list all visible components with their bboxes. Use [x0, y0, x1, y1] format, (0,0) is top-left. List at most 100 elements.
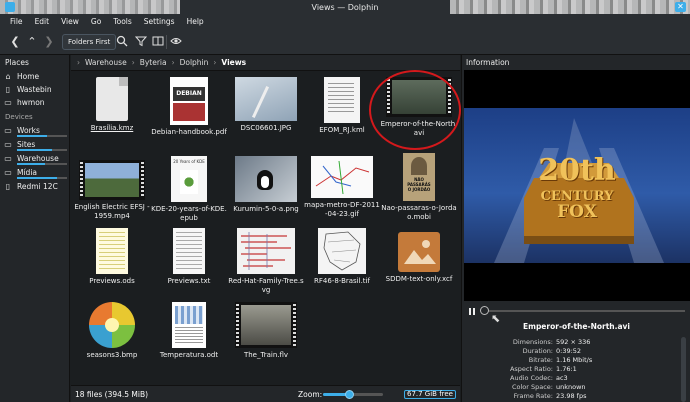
dolphin-app-icon[interactable]: [5, 2, 15, 12]
kml-thumbnail: [324, 77, 360, 123]
menu-settings[interactable]: Settings: [138, 17, 181, 26]
zoom-label: Zoom:: [298, 389, 323, 399]
trash-icon: ▯: [5, 85, 11, 94]
xcf-thumbnail: [398, 232, 440, 272]
forward-icon[interactable]: ❯: [42, 35, 56, 49]
seek-handle[interactable]: [480, 306, 489, 315]
close-icon[interactable]: ✕: [675, 2, 686, 12]
device-midia[interactable]: ▭ Mídia: [3, 166, 67, 179]
tif-thumbnail: [318, 228, 366, 274]
spreadsheet-thumbnail: [96, 228, 128, 274]
back-icon[interactable]: ❮: [8, 35, 22, 49]
breadcrumb-warehouse[interactable]: Warehouse: [85, 58, 127, 67]
menu-tools[interactable]: Tools: [107, 17, 137, 26]
window-title: Views — Dolphin: [305, 2, 385, 12]
file-item[interactable]: Brasília.kmz: [73, 77, 151, 133]
meta-row-dimensions: Dimensions: 592 × 336: [512, 338, 591, 346]
file-item[interactable]: The_Train.flv: [227, 302, 305, 360]
places-item-wastebin[interactable]: ▯ Wastebin: [3, 83, 67, 96]
file-item[interactable]: DSC06601.JPG: [227, 77, 305, 133]
filter-icon[interactable]: [134, 35, 148, 49]
highlight-circle: [369, 70, 461, 150]
file-item[interactable]: seasons3.bmp: [73, 302, 151, 360]
toolbar-separator: [166, 35, 167, 49]
menu-go[interactable]: Go: [85, 17, 107, 26]
odt-thumbnail: [172, 302, 206, 348]
file-item[interactable]: Temperatura.odt: [150, 302, 228, 360]
breadcrumb-views[interactable]: Views: [221, 58, 246, 67]
file-item[interactable]: mapa-metro-DF-2011-04-23.gif: [303, 156, 381, 218]
up-icon[interactable]: ⌃: [25, 35, 39, 49]
file-item[interactable]: Previews.ods: [73, 228, 151, 286]
information-header: Information: [466, 58, 510, 67]
information-panel: Information 20th CENTURY FOX ⬉ Emperor-o…: [461, 55, 690, 402]
seek-bar[interactable]: [482, 310, 685, 312]
file-item[interactable]: Red-Hat-Family-Tree.svg: [227, 228, 305, 294]
places-header: Places: [5, 58, 29, 67]
media-player-controls: ⬉: [464, 305, 690, 325]
file-item[interactable]: RF46-8-Brasil.tif: [303, 228, 381, 286]
drive-icon: ▭: [4, 140, 12, 149]
places-panel: Places ⌂ Home ▯ Wastebin ▭ hwmon Devices ▭ W…: [0, 55, 70, 402]
chevron-right-icon: ›: [131, 58, 135, 67]
folder-icon: ▭: [4, 98, 12, 107]
menu-help[interactable]: Help: [181, 17, 210, 26]
places-item-hwmon[interactable]: ▭ hwmon: [3, 96, 67, 109]
drive-icon: ▭: [4, 168, 12, 177]
menu-view[interactable]: View: [55, 17, 85, 26]
places-item-home[interactable]: ⌂ Home: [3, 70, 67, 83]
breadcrumb-dolphin[interactable]: Dolphin: [180, 58, 209, 67]
file-item[interactable]: English Electric EFSJ - 1959.mp4: [73, 160, 151, 220]
info-scrollbar[interactable]: [681, 337, 686, 402]
document-icon: [96, 77, 128, 121]
file-item[interactable]: 20 Years of KDE KDE-20-years-of-KDE.epub: [150, 156, 228, 222]
chevron-right-icon: ›: [77, 58, 80, 67]
menu-file[interactable]: File: [4, 17, 29, 26]
svg-thumbnail: [237, 228, 295, 274]
file-view[interactable]: Brasília.kmz DEBIAN Debian-handbook.pdf …: [71, 70, 461, 385]
desktop-background-right: [450, 0, 690, 14]
search-icon[interactable]: [115, 35, 129, 49]
status-summary: 18 files (394.5 MiB): [75, 389, 149, 399]
status-bar: 18 files (394.5 MiB) Zoom: 67.7 GiB free: [71, 385, 460, 402]
mobi-thumbnail: NÃO PASSARÁS O JORDÃO: [403, 153, 435, 201]
free-space-indicator[interactable]: 67.7 GiB free: [404, 390, 456, 399]
meta-row-color-space: Color Space: unknown: [511, 383, 586, 391]
device-works[interactable]: ▭ Works: [3, 124, 67, 137]
pause-icon[interactable]: [468, 307, 476, 316]
file-item[interactable]: Kurumin-5-0-a.png: [227, 156, 305, 214]
file-item[interactable]: NÃO PASSARÁS O JORDÃO Nao-passaras-o-Jor…: [380, 153, 458, 221]
video-preview[interactable]: 20th CENTURY FOX: [464, 70, 690, 301]
menu-bar: File Edit View Go Tools Settings Help: [0, 14, 690, 29]
file-item[interactable]: SDDM-text-only.xcf: [380, 232, 458, 284]
device-sites[interactable]: ▭ Sites: [3, 138, 67, 151]
menu-edit[interactable]: Edit: [29, 17, 56, 26]
video-thumbnail: [79, 160, 145, 200]
png-thumbnail: [235, 156, 297, 202]
photo-thumbnail: [235, 77, 297, 121]
usage-bar: [17, 149, 67, 151]
folders-first-button[interactable]: Folders First: [62, 34, 117, 50]
desktop-background-left: [0, 0, 180, 14]
meta-row-frame-rate: Frame Rate: 23.98 fps: [513, 392, 587, 400]
info-filename: Emperor-of-the-North.avi: [523, 322, 630, 331]
meta-row-aspect-ratio: Aspect Ratio: 1.76:1: [509, 365, 577, 373]
meta-row-bitrate: Bitrate: 1.16 Mbit/s: [528, 356, 593, 364]
file-item[interactable]: DEBIAN Debian-handbook.pdf: [150, 77, 228, 137]
map-thumbnail: [311, 156, 373, 198]
split-view-icon[interactable]: [151, 35, 165, 49]
file-item[interactable]: Previews.txt: [150, 228, 228, 286]
device-warehouse[interactable]: ▭ Warehouse: [3, 152, 67, 165]
chevron-right-icon: ›: [171, 58, 175, 67]
device-redmi[interactable]: ▯ Redmi 12C: [3, 180, 67, 193]
preview-eye-icon[interactable]: [169, 35, 183, 49]
bmp-thumbnail: [89, 302, 135, 348]
chevron-right-icon: ›: [213, 58, 217, 67]
drive-icon: ▭: [4, 154, 12, 163]
breadcrumb-byteria[interactable]: Byteria: [140, 58, 167, 67]
toolbar: ❮ ⌃ ❯ Folders First: [0, 29, 690, 55]
phone-icon: ▯: [5, 182, 11, 191]
usage-bar: [17, 163, 67, 165]
home-icon: ⌂: [5, 72, 11, 81]
zoom-slider-handle[interactable]: [345, 390, 354, 399]
